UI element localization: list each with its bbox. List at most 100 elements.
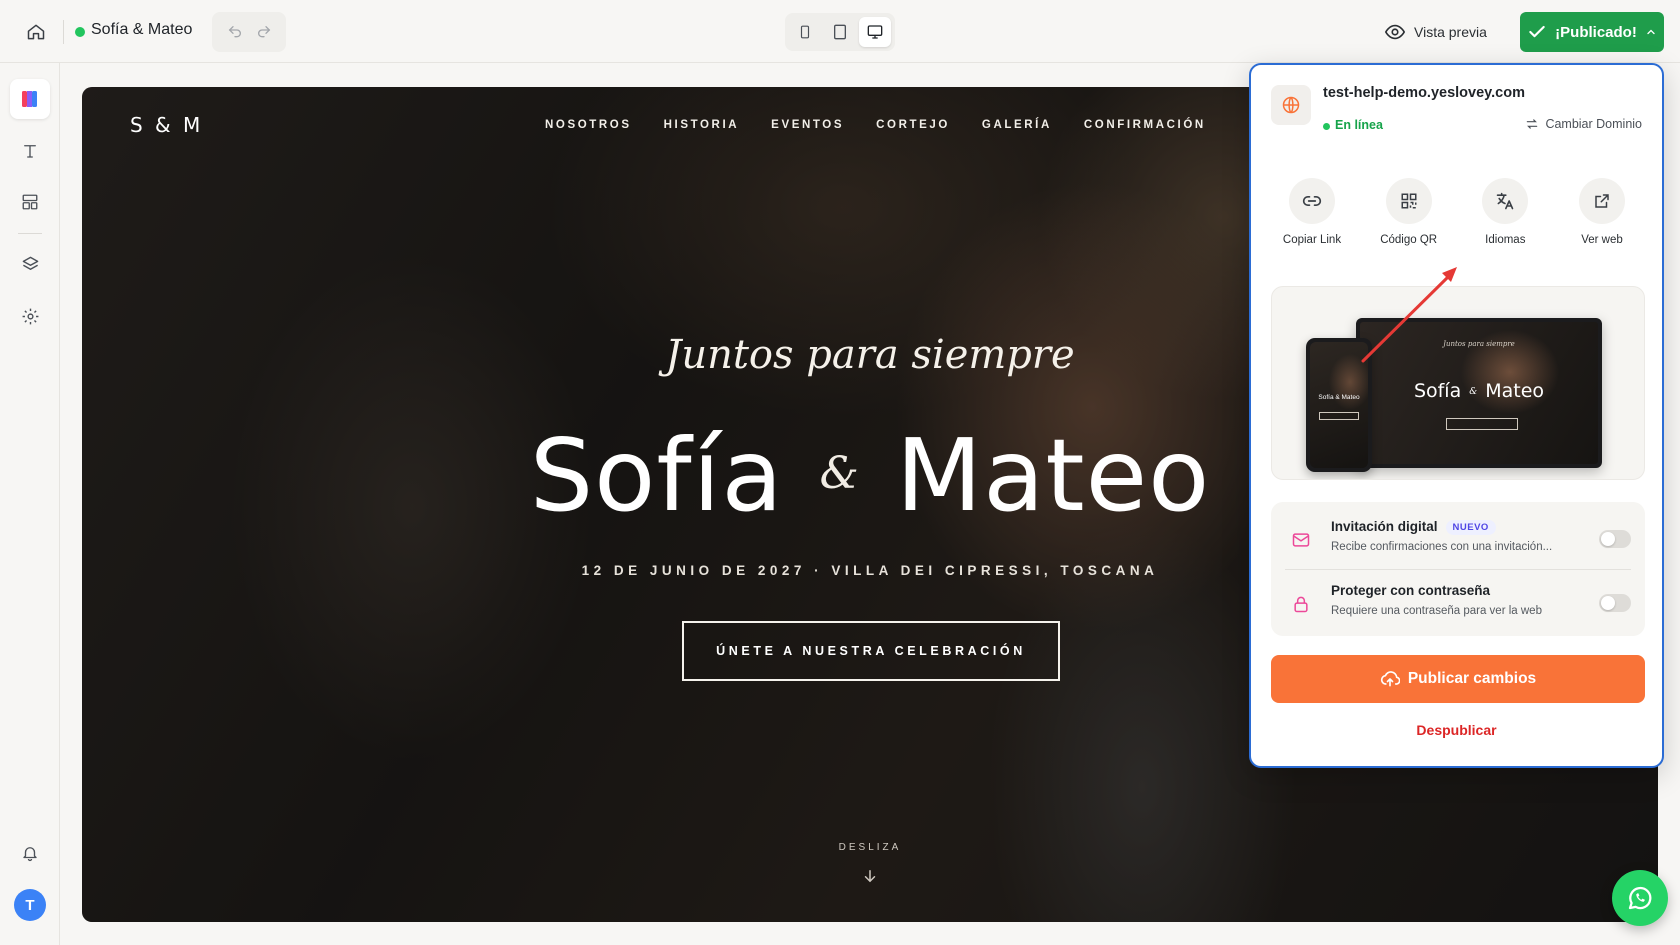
publish-panel: test-help-demo.yeslovey.com En línea Cam…	[1249, 63, 1664, 768]
external-link-icon	[1595, 194, 1609, 208]
published-status-button[interactable]: ¡Publicado!	[1520, 12, 1664, 52]
change-domain-button[interactable]: Cambiar Dominio	[1525, 117, 1642, 131]
qr-code-button[interactable]: Código QR	[1364, 178, 1454, 246]
swap-icon	[1527, 119, 1538, 129]
site-name[interactable]: Sofía & Mateo	[91, 21, 192, 39]
preview-label: Vista previa	[1414, 24, 1487, 40]
notifications-button[interactable]	[10, 833, 50, 873]
nav-item-confirmacion[interactable]: CONFIRMACIÓN	[1084, 119, 1206, 131]
languages-circle	[1482, 178, 1529, 224]
publish-changes-label: Publicar cambios	[1407, 670, 1537, 687]
arrow-down-icon	[864, 870, 876, 883]
scroll-hint: DESLIZA	[838, 842, 902, 853]
sidebar-item-settings[interactable]	[10, 296, 50, 336]
mockup-name-2: Mateo	[1485, 380, 1545, 402]
sidebar-divider	[18, 233, 42, 234]
desktop-mockup: Juntos para siempre Sofía & Mateo	[1356, 318, 1602, 468]
copy-link-button[interactable]: Copiar Link	[1267, 178, 1357, 246]
domain-url[interactable]: test-help-demo.yeslovey.com	[1323, 85, 1525, 101]
qr-code-icon	[1401, 193, 1417, 209]
digital-invitation-title-text: Invitación digital	[1331, 519, 1438, 534]
digital-invitation-description: Recibe confirmaciones con una invitación…	[1331, 541, 1553, 553]
divider	[63, 20, 64, 44]
options-divider	[1285, 569, 1631, 570]
check-icon	[1529, 25, 1545, 38]
whatsapp-button[interactable]	[1612, 870, 1668, 926]
whatsapp-icon	[1628, 886, 1652, 910]
home-button[interactable]	[22, 20, 50, 44]
password-protection-description: Requiere una contraseña para ver la web	[1331, 605, 1542, 617]
phone-mockup-cta	[1319, 412, 1359, 420]
hero-logo[interactable]: S & M	[130, 113, 203, 137]
view-web-label: Ver web	[1581, 234, 1623, 246]
tablet-view-button[interactable]	[824, 17, 856, 47]
qr-code-label: Código QR	[1380, 234, 1438, 246]
preview-button[interactable]: Vista previa	[1384, 18, 1487, 46]
bell-icon	[23, 847, 37, 862]
translate-icon	[1497, 192, 1514, 210]
password-protection-toggle[interactable]	[1599, 594, 1631, 612]
sidebar-item-layers[interactable]	[10, 244, 50, 284]
unpublish-button[interactable]: Despublicar	[1251, 722, 1662, 738]
quick-actions: Copiar Link Código QR Idiomas Ver web	[1267, 178, 1647, 246]
mockup-script: Juntos para siempre	[1443, 340, 1515, 348]
desktop-mockup-screen: Juntos para siempre Sofía & Mateo	[1360, 322, 1598, 464]
redo-icon	[257, 26, 270, 38]
mockup-name-1: Sofía	[1413, 380, 1462, 402]
mockup-ampersand: &	[1469, 387, 1478, 397]
undo-icon	[228, 26, 241, 38]
password-protection-option: Proteger con contraseña Requiere una con…	[1285, 574, 1631, 632]
home-icon	[27, 24, 45, 40]
phone-mockup-names: Sofía & Mateo	[1318, 394, 1360, 401]
mail-icon	[1292, 533, 1310, 547]
mobile-view-button[interactable]	[789, 17, 821, 47]
device-switcher	[785, 13, 895, 51]
palette-icon	[22, 91, 37, 107]
digital-invitation-title: Invitación digital NUEVO	[1331, 519, 1496, 535]
mail-icon-box	[1289, 528, 1313, 552]
view-web-button[interactable]: Ver web	[1557, 178, 1647, 246]
left-sidebar: T	[0, 63, 60, 945]
mockup-cta	[1446, 418, 1518, 430]
redo-button[interactable]	[253, 21, 275, 43]
sidebar-item-text[interactable]	[10, 131, 50, 171]
settings-icon	[22, 308, 38, 324]
mockup-names: Sofía & Mateo	[1360, 380, 1598, 402]
sections-icon	[22, 194, 38, 210]
lock-icon-box	[1289, 592, 1313, 616]
undo-button[interactable]	[224, 21, 246, 43]
phone-mockup-screen: Sofía & Mateo	[1310, 342, 1368, 468]
nav-item-historia[interactable]: HISTORIA	[664, 119, 740, 131]
nav-item-cortejo[interactable]: CORTEJO	[876, 119, 950, 131]
top-bar: Sofía & Mateo Vista previa ¡Publicado!	[0, 0, 1680, 63]
layers-icon	[22, 256, 38, 270]
hero-ampersand: &	[819, 448, 860, 499]
nav-item-eventos[interactable]: EVENTOS	[771, 119, 844, 131]
undo-redo-group	[212, 12, 286, 52]
eye-icon	[1384, 24, 1406, 40]
published-label: ¡Publicado!	[1555, 23, 1637, 41]
desktop-icon	[867, 25, 883, 39]
hero-nav: NOSOTROS HISTORIA EVENTOS CORTEJO GALERÍ…	[545, 119, 1206, 131]
new-badge: NUEVO	[1445, 520, 1496, 535]
hero-name-1: Sofía	[529, 417, 784, 534]
domain-icon-box	[1271, 85, 1311, 125]
mobile-icon	[800, 25, 810, 39]
sidebar-item-sections[interactable]	[10, 182, 50, 222]
publish-changes-button[interactable]: Publicar cambios	[1271, 655, 1645, 703]
digital-invitation-toggle[interactable]	[1599, 530, 1631, 548]
change-domain-label: Cambiar Dominio	[1545, 117, 1642, 131]
user-avatar[interactable]: T	[14, 889, 46, 921]
hero-name-2: Mateo	[895, 417, 1211, 534]
hero-cta-button[interactable]: ÚNETE A NUESTRA CELEBRACIÓN	[682, 621, 1060, 681]
copy-link-circle	[1289, 178, 1335, 224]
sidebar-item-theme[interactable]	[10, 79, 50, 119]
nav-item-nosotros[interactable]: NOSOTROS	[545, 119, 632, 131]
options-card: Invitación digital NUEVO Recibe confirmac…	[1271, 502, 1645, 636]
languages-button[interactable]: Idiomas	[1460, 178, 1550, 246]
password-protection-title: Proteger con contraseña	[1331, 583, 1491, 598]
site-status-dot	[75, 27, 85, 37]
chevron-up-icon	[1647, 29, 1655, 35]
desktop-view-button[interactable]	[859, 17, 891, 47]
nav-item-galeria[interactable]: GALERÍA	[982, 119, 1052, 131]
